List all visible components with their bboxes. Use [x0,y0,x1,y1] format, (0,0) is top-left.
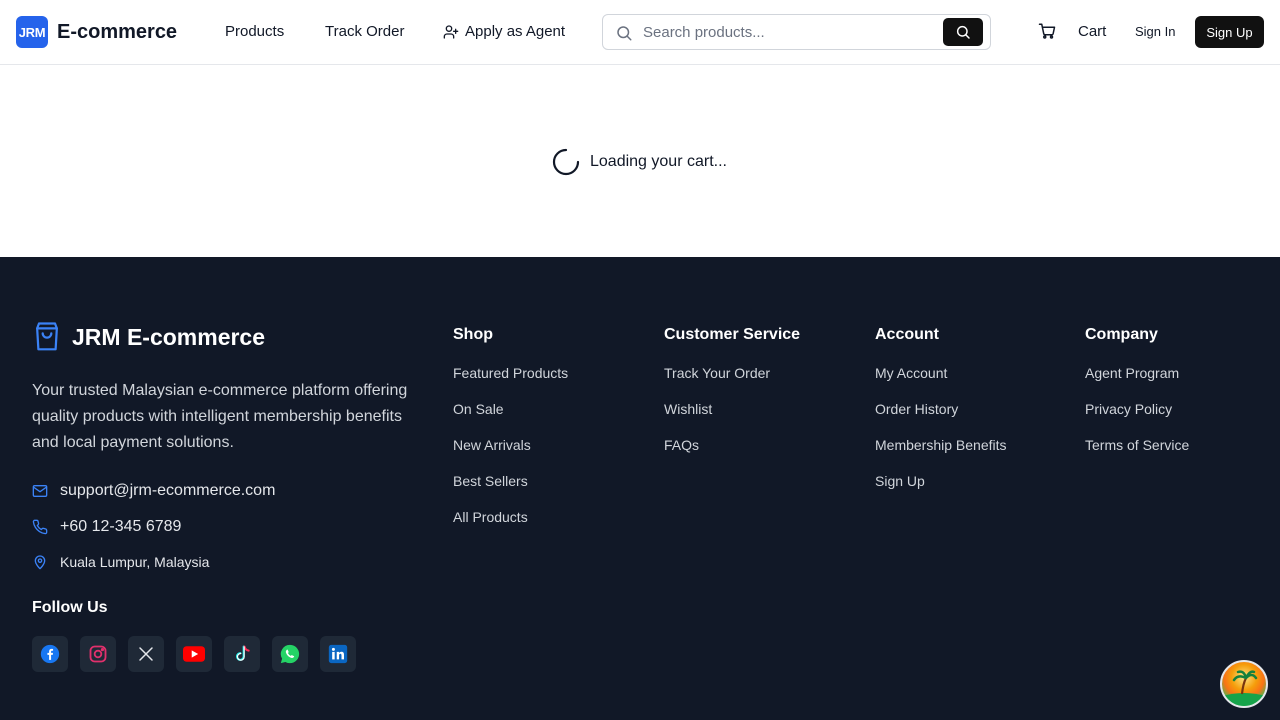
contact-location: Kuala Lumpur, Malaysia [32,554,209,570]
shopping-bag-icon [36,322,58,351]
footer-col-title: Company [1085,326,1158,343]
instagram-link[interactable] [80,636,116,672]
footer-link-featured-products[interactable]: Featured Products [453,365,568,381]
youtube-icon [183,646,205,662]
footer-link-privacy-policy[interactable]: Privacy Policy [1085,401,1189,417]
sign-up-button[interactable]: Sign Up [1195,16,1264,48]
contact-phone[interactable]: +60 12-345 6789 [32,518,181,536]
mail-icon [32,485,48,497]
footer-col-account: Account My Account Order History Members… [875,325,1007,509]
contact-phone-text: +60 12-345 6789 [60,518,182,535]
facebook-icon [40,644,60,664]
nav-track-order[interactable]: Track Order [325,22,404,42]
footer-link-new-arrivals[interactable]: New Arrivals [453,437,568,453]
loading-text: Loading your cart... [590,153,727,170]
instagram-icon [89,645,107,663]
logo-badge[interactable]: JRM [16,16,48,48]
palm-tree-icon [1222,670,1266,706]
cart-loading-indicator: Loading your cart... [552,148,727,176]
search-icon [956,25,970,39]
search-button[interactable] [943,18,983,46]
follow-us-heading: Follow Us [32,599,108,616]
map-pin-icon [34,555,46,570]
footer-link-my-account[interactable]: My Account [875,365,1007,381]
footer-col-title: Customer Service [664,326,801,343]
footer-col-customer-service: Customer Service Track Your Order Wishli… [664,325,800,473]
whatsapp-link[interactable] [272,636,308,672]
linkedin-icon [328,644,348,664]
tiktok-link[interactable] [224,636,260,672]
contact-email-text: support@jrm-ecommerce.com [60,482,276,499]
contact-email[interactable]: support@jrm-ecommerce.com [32,482,275,500]
footer-link-order-history[interactable]: Order History [875,401,1007,417]
cart-label: Cart [1078,22,1107,40]
search-bar [602,14,991,50]
shopping-cart-icon [1038,23,1056,39]
social-links [32,636,356,672]
footer-link-terms-of-service[interactable]: Terms of Service [1085,437,1189,453]
tiktok-icon [236,645,250,661]
nav-apply-agent[interactable]: Apply as Agent [443,22,565,42]
footer-link-faqs[interactable]: FAQs [664,437,800,453]
sign-in-button[interactable]: Sign In [1135,24,1175,39]
nav-products-label: Products [225,23,285,40]
footer-link-wishlist[interactable]: Wishlist [664,401,800,417]
search-input[interactable] [643,15,933,49]
nav-track-order-label: Track Order [325,23,405,40]
whatsapp-icon [280,644,300,664]
cart-link[interactable]: Cart [1038,22,1106,40]
floating-chat-avatar[interactable] [1220,660,1268,708]
footer-link-on-sale[interactable]: On Sale [453,401,568,417]
footer-link-agent-program[interactable]: Agent Program [1085,365,1189,381]
search-icon [617,26,632,41]
footer-link-all-products[interactable]: All Products [453,509,568,525]
phone-icon [32,519,48,535]
site-footer: JRM E-commerce Your trusted Malaysian e-… [0,257,1280,720]
footer-link-membership-benefits[interactable]: Membership Benefits [875,437,1007,453]
brand-name[interactable]: E-commerce [57,19,177,45]
footer-link-sign-up[interactable]: Sign Up [875,473,1007,489]
footer-description: Your trusted Malaysian e-commerce platfo… [32,382,408,451]
x-icon [139,647,153,661]
x-link[interactable] [128,636,164,672]
facebook-link[interactable] [32,636,68,672]
footer-col-title: Account [875,326,939,343]
footer-col-company: Company Agent Program Privacy Policy Ter… [1085,325,1189,473]
nav-apply-agent-label: Apply as Agent [465,23,566,40]
footer-link-track-your-order[interactable]: Track Your Order [664,365,800,381]
footer-col-title: Shop [453,326,493,343]
loading-spinner-icon [552,148,580,176]
linkedin-link[interactable] [320,636,356,672]
site-header: JRM E-commerce Products Track Order Appl… [0,0,1280,65]
footer-brand-name: JRM E-commerce [72,323,266,350]
contact-location-text: Kuala Lumpur, Malaysia [60,554,210,570]
youtube-link[interactable] [176,636,212,672]
footer-brand[interactable]: JRM E-commerce [32,321,265,353]
user-plus-icon [443,25,459,39]
footer-link-best-sellers[interactable]: Best Sellers [453,473,568,489]
nav-products[interactable]: Products [225,22,284,42]
footer-col-shop: Shop Featured Products On Sale New Arriv… [453,325,568,545]
